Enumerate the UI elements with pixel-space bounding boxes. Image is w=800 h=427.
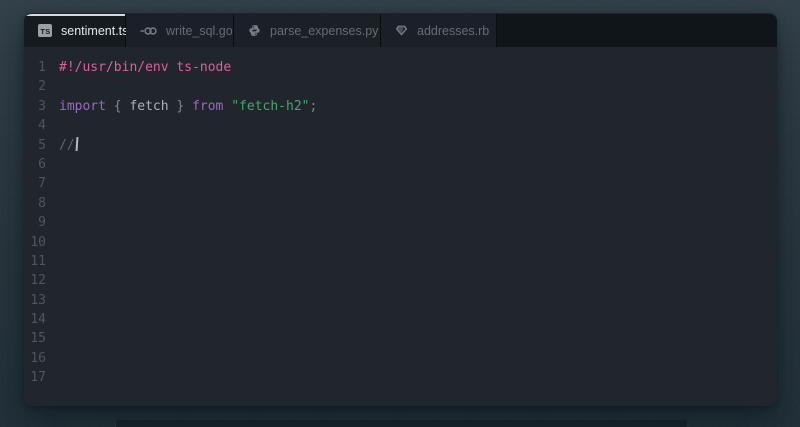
code-line[interactable]: 5 // [24,136,777,155]
code-line[interactable]: 12 [24,271,777,290]
editor-code-area[interactable]: 1 #!/usr/bin/env ts-node 23 import { fetch … [24,47,777,406]
tab-label: parse_expenses.py [270,24,378,38]
text-cursor [75,137,77,151]
line-number: 12 [24,271,46,290]
line-number: 17 [24,368,46,387]
code-line[interactable]: 16 [24,349,777,368]
tab-addresses-rb[interactable]: addresses.rb [381,14,497,47]
line-number: 14 [24,310,46,329]
code-line[interactable]: 2 [24,77,777,96]
code-line[interactable]: 3 import { fetch } from "fetch-h2"; [24,97,777,116]
tab-label: sentiment.ts [61,24,128,38]
code-line[interactable]: 13 [24,291,777,310]
line-number: 1 [24,58,46,77]
typescript-icon: TS [38,24,52,37]
line-number: 11 [24,252,46,271]
tab-bar: TS sentiment.ts write_sql.go parse [24,13,777,47]
code-editor-window: TS sentiment.ts write_sql.go parse [24,13,777,406]
python-icon [248,24,261,37]
tab-parse-expenses-py[interactable]: parse_expenses.py [234,14,381,47]
ruby-icon [395,24,408,37]
code-text: #!/usr/bin/env ts-node [59,58,231,77]
code-line[interactable]: 8 [24,194,777,213]
line-number: 4 [24,116,46,135]
tab-write-sql-go[interactable]: write_sql.go [126,14,234,47]
background-window-edge [115,419,688,427]
tab-sentiment-ts[interactable]: TS sentiment.ts [24,14,126,47]
line-number: 8 [24,194,46,213]
code-line[interactable]: 1 #!/usr/bin/env ts-node [24,58,777,77]
code-text: import { fetch } from "fetch-h2"; [59,97,317,116]
code-line[interactable]: 15 [24,329,777,348]
tab-label: addresses.rb [417,24,489,38]
code-line[interactable]: 4 [24,116,777,135]
code-line[interactable]: 6 [24,155,777,174]
line-number: 16 [24,349,46,368]
code-line[interactable]: 11 [24,252,777,271]
code-line[interactable]: 10 [24,233,777,252]
line-number: 9 [24,213,46,232]
code-line[interactable]: 14 [24,310,777,329]
code-line[interactable]: 7 [24,174,777,193]
tab-label: write_sql.go [166,24,233,38]
line-number: 10 [24,233,46,252]
line-number: 2 [24,77,46,96]
go-icon [140,26,157,36]
line-number: 3 [24,97,46,116]
code-line[interactable]: 17 [24,368,777,387]
line-number: 6 [24,155,46,174]
line-number: 5 [24,136,46,155]
line-number: 15 [24,329,46,348]
line-number: 13 [24,291,46,310]
code-text: // [59,136,77,155]
code-line[interactable]: 9 [24,213,777,232]
line-number: 7 [24,174,46,193]
